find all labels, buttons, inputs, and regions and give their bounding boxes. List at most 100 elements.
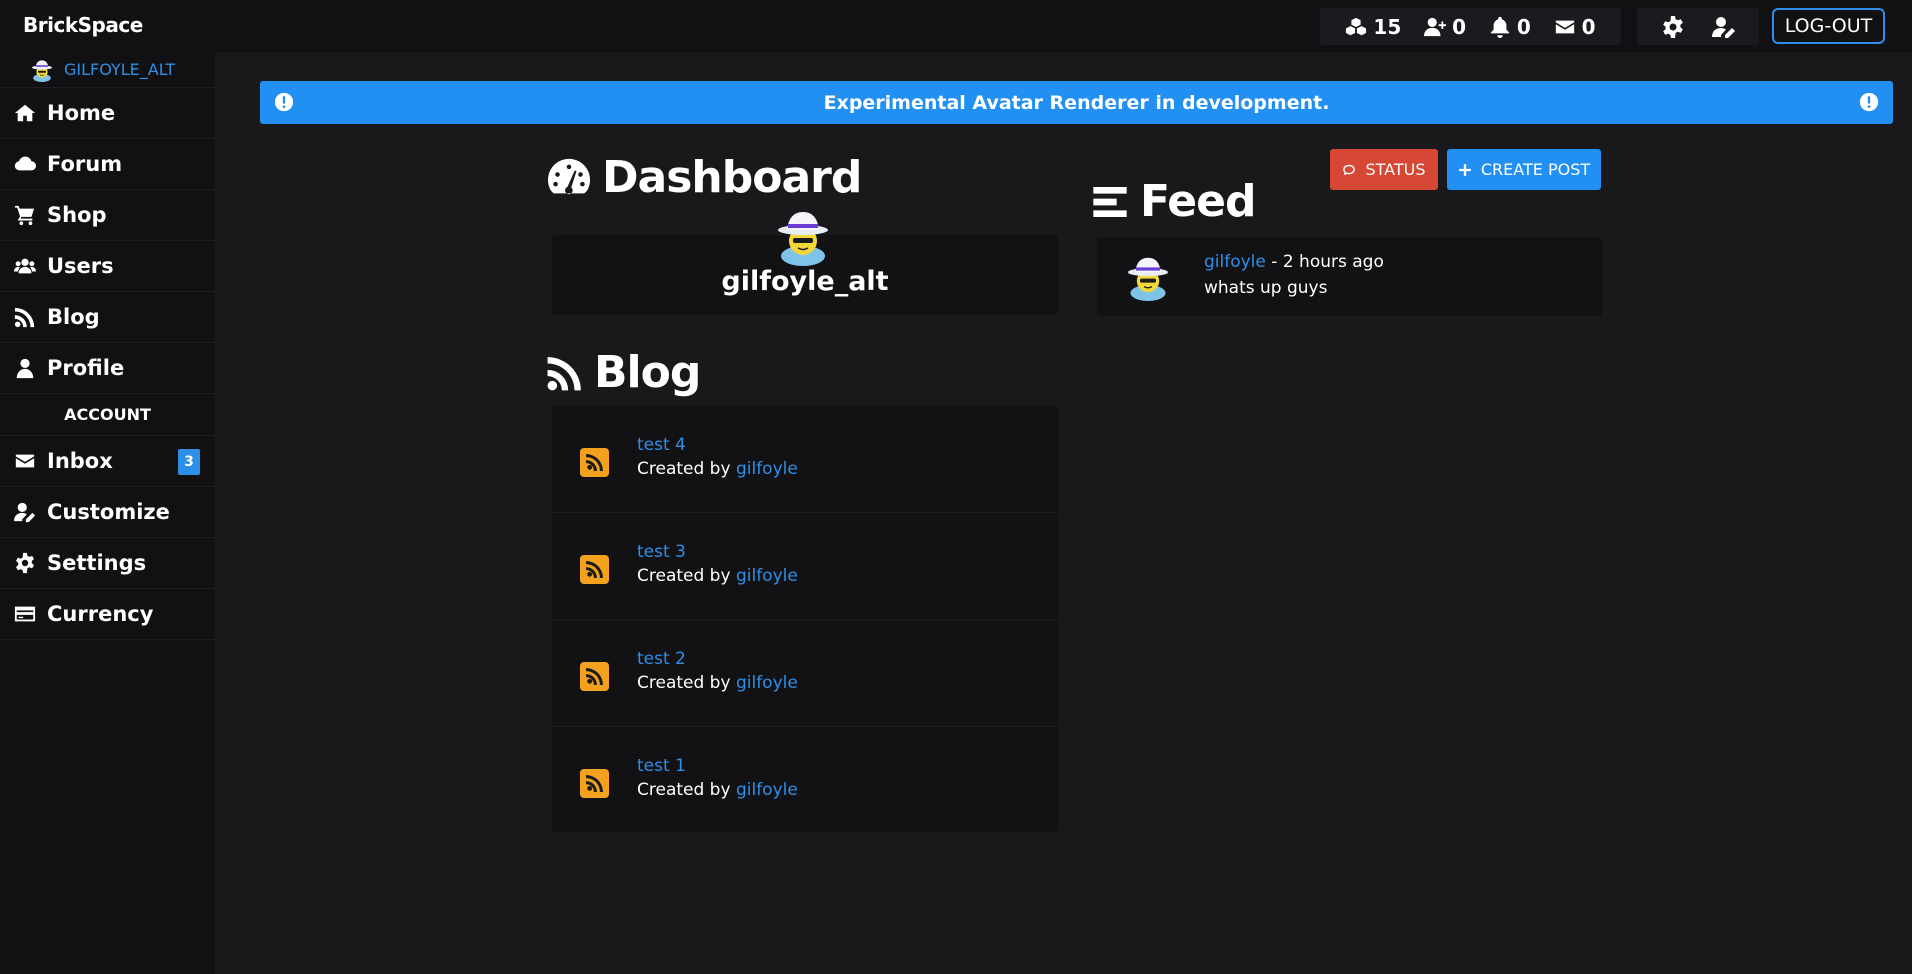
list-item: test 1 Created by gilfoyle [552,727,1058,834]
list-item: test 2 Created by gilfoyle [552,620,1058,727]
sidebar-item-blog[interactable]: Blog [0,292,215,343]
sidebar-item-profile[interactable]: Profile [0,343,215,394]
notifications-stat[interactable]: 0 [1489,15,1531,39]
feed-author-link[interactable]: gilfoyle [1204,252,1266,272]
bricks-count: 15 [1373,14,1402,39]
blog-heading: Blog [546,347,701,398]
dashboard-heading: Dashboard [546,152,862,203]
sidebar-item-home[interactable]: Home [0,88,215,139]
notifications-count: 0 [1516,14,1531,39]
sidebar-item-label: Shop [47,203,107,227]
exclamation-circle-icon [274,92,294,112]
avatar [30,58,54,82]
top-navbar: BrickSpace 15 0 0 0 LOG-OUT [0,0,1912,52]
user-edit-icon[interactable] [1712,15,1736,39]
created-by-label: Created by [637,566,731,586]
list-item: test 3 Created by gilfoyle [552,513,1058,620]
sidebar-user[interactable]: GILFOYLE_ALT [0,52,215,88]
sidebar-item-label: Blog [47,305,100,329]
sidebar-item-inbox[interactable]: Inbox 3 [0,436,215,487]
messages-stat[interactable]: 0 [1554,15,1596,39]
feed-post [1097,237,1602,316]
sidebar-item-customize[interactable]: Customize [0,487,215,538]
blog-post-byline: Created by gilfoyle [637,673,798,693]
dashboard-title: Dashboard [602,152,862,203]
sidebar-item-shop[interactable]: Shop [0,190,215,241]
blog-post-title-link[interactable]: test 2 [637,649,686,669]
user-stats-group: 15 0 0 0 [1320,8,1621,45]
created-by-label: Created by [637,780,731,800]
feed-title: Feed [1140,176,1256,227]
home-icon [14,102,36,124]
friend-requests-count: 0 [1452,14,1467,39]
rss-icon [14,306,36,328]
create-post-button-label: CREATE POST [1480,160,1591,179]
profile-username: gilfoyle_alt [721,266,889,297]
account-section-header: ACCOUNT [0,394,215,436]
sidebar-item-users[interactable]: Users [0,241,215,292]
cart-icon [14,204,36,226]
blog-author-link[interactable]: gilfoyle [736,566,798,586]
blog-post-byline: Created by gilfoyle [637,780,798,800]
blog-post-title-link[interactable]: test 4 [637,435,686,455]
create-post-button[interactable]: CREATE POST [1447,149,1601,190]
avatar[interactable] [772,206,834,266]
sidebar-item-currency[interactable]: Currency [0,589,215,640]
plus-icon [1458,163,1472,177]
sidebar-item-label: Profile [47,356,125,380]
blog-author-link[interactable]: gilfoyle [736,673,798,693]
gear-icon[interactable] [1661,15,1685,39]
messages-count: 0 [1581,14,1596,39]
sidebar-item-label: Customize [47,500,170,524]
rss-icon [546,354,584,392]
alert-text: Experimental Avatar Renderer in developm… [823,91,1330,114]
card-icon [14,603,36,625]
blog-title: Blog [594,347,701,398]
sidebar-item-label: Forum [47,152,123,176]
created-by-label: Created by [637,459,731,479]
gauge-icon [546,155,592,201]
list-item: test 4 Created by gilfoyle [552,406,1058,513]
sidebar-item-label: Users [47,254,114,278]
sidebar-item-label: Currency [47,602,154,626]
feed-post-header: gilfoyle - 2 hours ago [1204,252,1384,272]
bricks-icon [1345,16,1367,38]
sidebar-item-settings[interactable]: Settings [0,538,215,589]
user-icon [14,357,36,379]
feed-post-body: whats up guys [1204,278,1328,298]
blog-post-byline: Created by gilfoyle [637,566,798,586]
user-edit-icon [14,501,36,523]
sidebar-username: GILFOYLE_ALT [64,60,176,79]
blog-post-title-link[interactable]: test 1 [637,756,686,776]
logout-button[interactable]: LOG-OUT [1772,8,1885,44]
sidebar-item-forum[interactable]: Forum [0,139,215,190]
blog-author-link[interactable]: gilfoyle [736,780,798,800]
brand-logo-text[interactable]: BrickSpace [23,13,143,37]
envelope-icon [14,450,36,472]
rss-icon [580,448,609,477]
exclamation-circle-icon [1859,92,1879,112]
rss-icon [580,769,609,798]
sidebar-item-label: Inbox [47,449,113,473]
feed-post-time: - 2 hours ago [1271,252,1384,272]
sidebar-item-label: Home [47,101,116,125]
blog-author-link[interactable]: gilfoyle [736,459,798,479]
feed-lines-icon [1090,182,1130,222]
users-icon [14,255,36,277]
bricks-stat[interactable]: 15 [1345,15,1401,39]
envelope-icon [1554,16,1576,38]
rss-icon [580,662,609,691]
cloud-icon [14,153,36,175]
avatar[interactable] [1124,253,1172,301]
feed-heading: Feed [1090,176,1256,227]
alert-banner: Experimental Avatar Renderer in developm… [260,81,1893,124]
status-button-label: STATUS [1365,160,1426,179]
friend-requests-stat[interactable]: 0 [1424,15,1466,39]
blog-post-title-link[interactable]: test 3 [637,542,686,562]
bell-icon [1489,16,1511,38]
status-button[interactable]: STATUS [1330,149,1438,190]
comment-icon [1342,163,1356,177]
sidebar: GILFOYLE_ALT Home Forum Shop Users Blog … [0,52,215,974]
user-actions-group [1637,8,1759,45]
created-by-label: Created by [637,673,731,693]
